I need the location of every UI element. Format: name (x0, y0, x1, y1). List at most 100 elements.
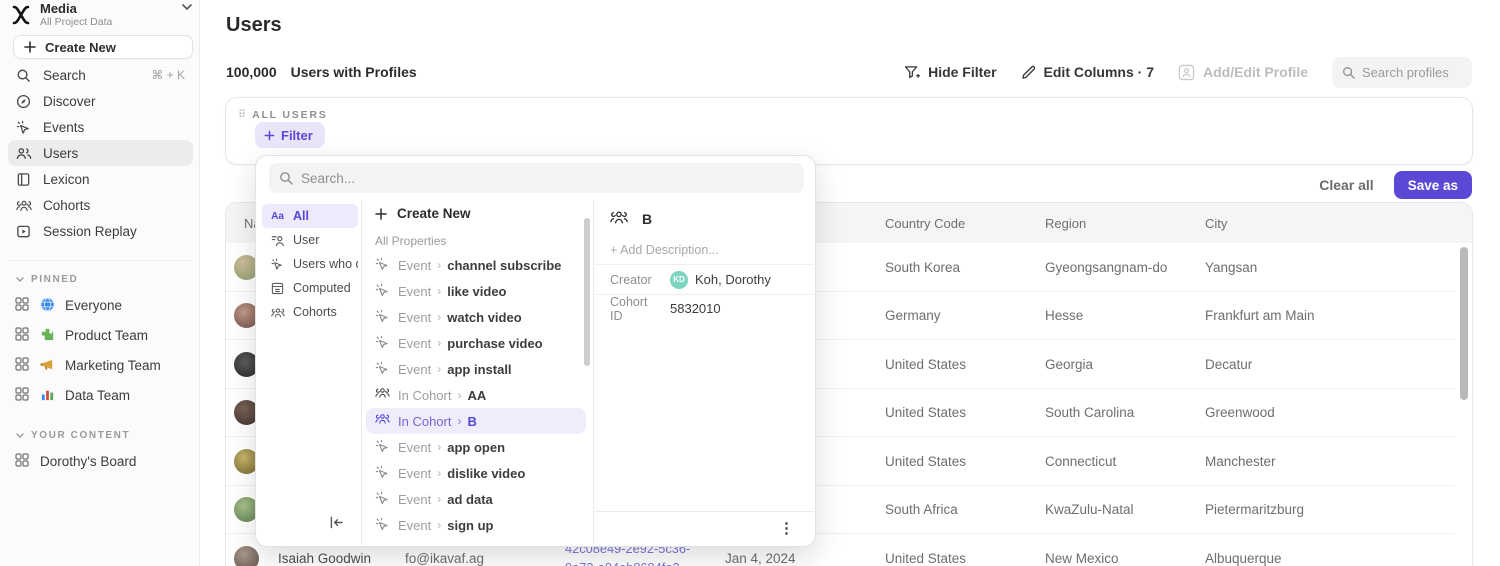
drag-handle-icon[interactable]: ⠿ (238, 108, 245, 121)
all-properties-label: All Properties (362, 227, 592, 252)
sidebar-item-cohorts[interactable]: Cohorts (8, 192, 193, 218)
search-icon (279, 171, 293, 185)
event-icon (15, 119, 32, 136)
search-icon (1342, 66, 1355, 79)
sidebar-item-lexicon[interactable]: Lexicon (8, 166, 193, 192)
filter-option-in-cohort-aa[interactable]: In Cohort› AA (362, 382, 586, 408)
cell-region: Hesse (1045, 308, 1205, 323)
your-content-item-dorothys-board[interactable]: Dorothy's Board (8, 446, 193, 476)
globe-icon (40, 297, 56, 313)
breadcrumb-arrow-icon: › (437, 466, 441, 480)
sidebar-item-discover[interactable]: Discover (8, 88, 193, 114)
users-icon (15, 145, 32, 162)
filter-option-in-cohort-b[interactable]: In Cohort› B (366, 408, 586, 434)
add-description-button[interactable]: + Add Description... (610, 243, 719, 257)
search-icon (15, 67, 32, 84)
filter-option-event-dislike-video[interactable]: Event› dislike video (362, 460, 586, 486)
save-as-button[interactable]: Save as (1394, 171, 1472, 199)
cell-region: Gyeongsangnam-do (1045, 260, 1205, 275)
breadcrumb-arrow-icon: › (437, 440, 441, 454)
category-cohorts[interactable]: Cohorts (262, 300, 358, 324)
pinned-item-marketing-team[interactable]: Marketing Team (8, 350, 193, 380)
sidebar-item-users[interactable]: Users (8, 140, 193, 166)
breadcrumb-arrow-icon: › (457, 414, 461, 428)
cell-country: Germany (885, 308, 1045, 323)
popover-scrollbar[interactable] (584, 218, 590, 366)
cohort-id-value: 5832010 (670, 301, 721, 316)
workspace-subtitle: All Project Data (40, 16, 112, 28)
cell-region: South Carolina (1045, 405, 1205, 420)
pinned-item-product-team[interactable]: Product Team (8, 320, 193, 350)
popover-search[interactable] (269, 163, 804, 193)
filter-option-event-ad-data[interactable]: Event› ad data (362, 486, 586, 512)
chevron-down-icon (16, 433, 24, 438)
cohort-title: B (642, 211, 652, 227)
cohorts-icon (375, 387, 391, 403)
sidebar-divider (8, 260, 192, 261)
event-icon (375, 257, 391, 273)
cell-city: Frankfurt am Main (1205, 308, 1472, 323)
event-icon (270, 257, 285, 272)
popover-create-new-button[interactable]: Create New (362, 200, 592, 227)
event-icon (375, 283, 391, 299)
hide-filter-button[interactable]: Hide Filter (904, 64, 996, 80)
column-header-city[interactable]: City (1205, 216, 1472, 231)
column-header-region[interactable]: Region (1045, 216, 1205, 231)
filter-option-event-app-open[interactable]: Event› app open (362, 434, 586, 460)
event-icon (375, 309, 391, 325)
add-filter-button[interactable]: Filter (255, 122, 325, 148)
cell-region: Connecticut (1045, 454, 1205, 469)
filter-option-event-purchase-video[interactable]: Event› purchase video (362, 330, 586, 356)
cell-city: Pietermaritzburg (1205, 502, 1472, 517)
breadcrumb-arrow-icon: › (437, 258, 441, 272)
cell-region: KwaZulu-Natal (1045, 502, 1205, 517)
category-all[interactable]: Aa All (262, 204, 358, 228)
cohorts-icon (375, 413, 391, 429)
profile-search[interactable] (1332, 57, 1472, 88)
search-shortcut: ⌘ + K (151, 68, 185, 82)
pinned-item-everyone[interactable]: Everyone (8, 290, 193, 320)
sidebar-item-session-replay[interactable]: Session Replay (8, 218, 193, 244)
your-content-header[interactable]: YOUR CONTENT (8, 424, 193, 446)
cell-city: Yangsan (1205, 260, 1472, 275)
pinned-header[interactable]: PINNED (8, 268, 193, 290)
edit-columns-button[interactable]: Edit Columns · 7 (1021, 64, 1154, 80)
category-user[interactable]: User (262, 228, 358, 252)
column-header-country-code[interactable]: Country Code (885, 216, 1045, 231)
category-computed[interactable]: Computed (262, 276, 358, 300)
event-icon (375, 465, 391, 481)
popover-categories: Aa All User Users who di... Computed Coh… (262, 204, 358, 324)
workspace-switcher[interactable]: Media All Project Data (10, 2, 192, 28)
create-new-button[interactable]: Create New (13, 35, 193, 59)
category-users-who-did[interactable]: Users who di... (262, 252, 358, 276)
cohorts-icon (270, 305, 285, 320)
user-count: 100,000 (226, 64, 277, 80)
filter-option-event-channel-subscribe[interactable]: Event› channel subscribe (362, 252, 586, 278)
breadcrumb-arrow-icon: › (437, 518, 441, 532)
add-edit-profile-button[interactable]: Add/Edit Profile (1178, 64, 1308, 81)
filter-option-event-sign-up[interactable]: Event› sign up (362, 512, 586, 538)
user-count-label: Users with Profiles (291, 64, 417, 80)
table-scrollbar[interactable] (1460, 247, 1468, 400)
cell-city: Greenwood (1205, 405, 1472, 420)
cell-country: United States (885, 405, 1045, 420)
popover-search-input[interactable] (301, 171, 794, 186)
creator-label: Creator (610, 273, 656, 287)
sidebar: Media All Project Data Create New Search… (0, 0, 200, 566)
collapse-panel-icon[interactable] (326, 512, 346, 532)
cell-email: fo@ikavaf.ag (405, 551, 565, 566)
clear-all-button[interactable]: Clear all (1319, 177, 1373, 193)
sidebar-item-events[interactable]: Events (8, 114, 193, 140)
filter-option-event-like-video[interactable]: Event› like video (362, 278, 586, 304)
filter-option-event-app-install[interactable]: Event› app install (362, 356, 586, 382)
property-list: Create New All Properties Event› channel… (362, 200, 592, 538)
sidebar-item-search[interactable]: Search ⌘ + K (8, 62, 193, 88)
search-profiles-input[interactable] (1362, 65, 1462, 80)
pinned-item-data-team[interactable]: Data Team (8, 380, 193, 410)
avatar (234, 546, 259, 566)
book-icon (15, 171, 32, 188)
filter-option-event-watch-video[interactable]: Event› watch video (362, 304, 586, 330)
more-options-icon[interactable]: ⋮ (779, 520, 794, 538)
chevron-down-icon (182, 4, 192, 10)
event-icon (375, 517, 391, 533)
